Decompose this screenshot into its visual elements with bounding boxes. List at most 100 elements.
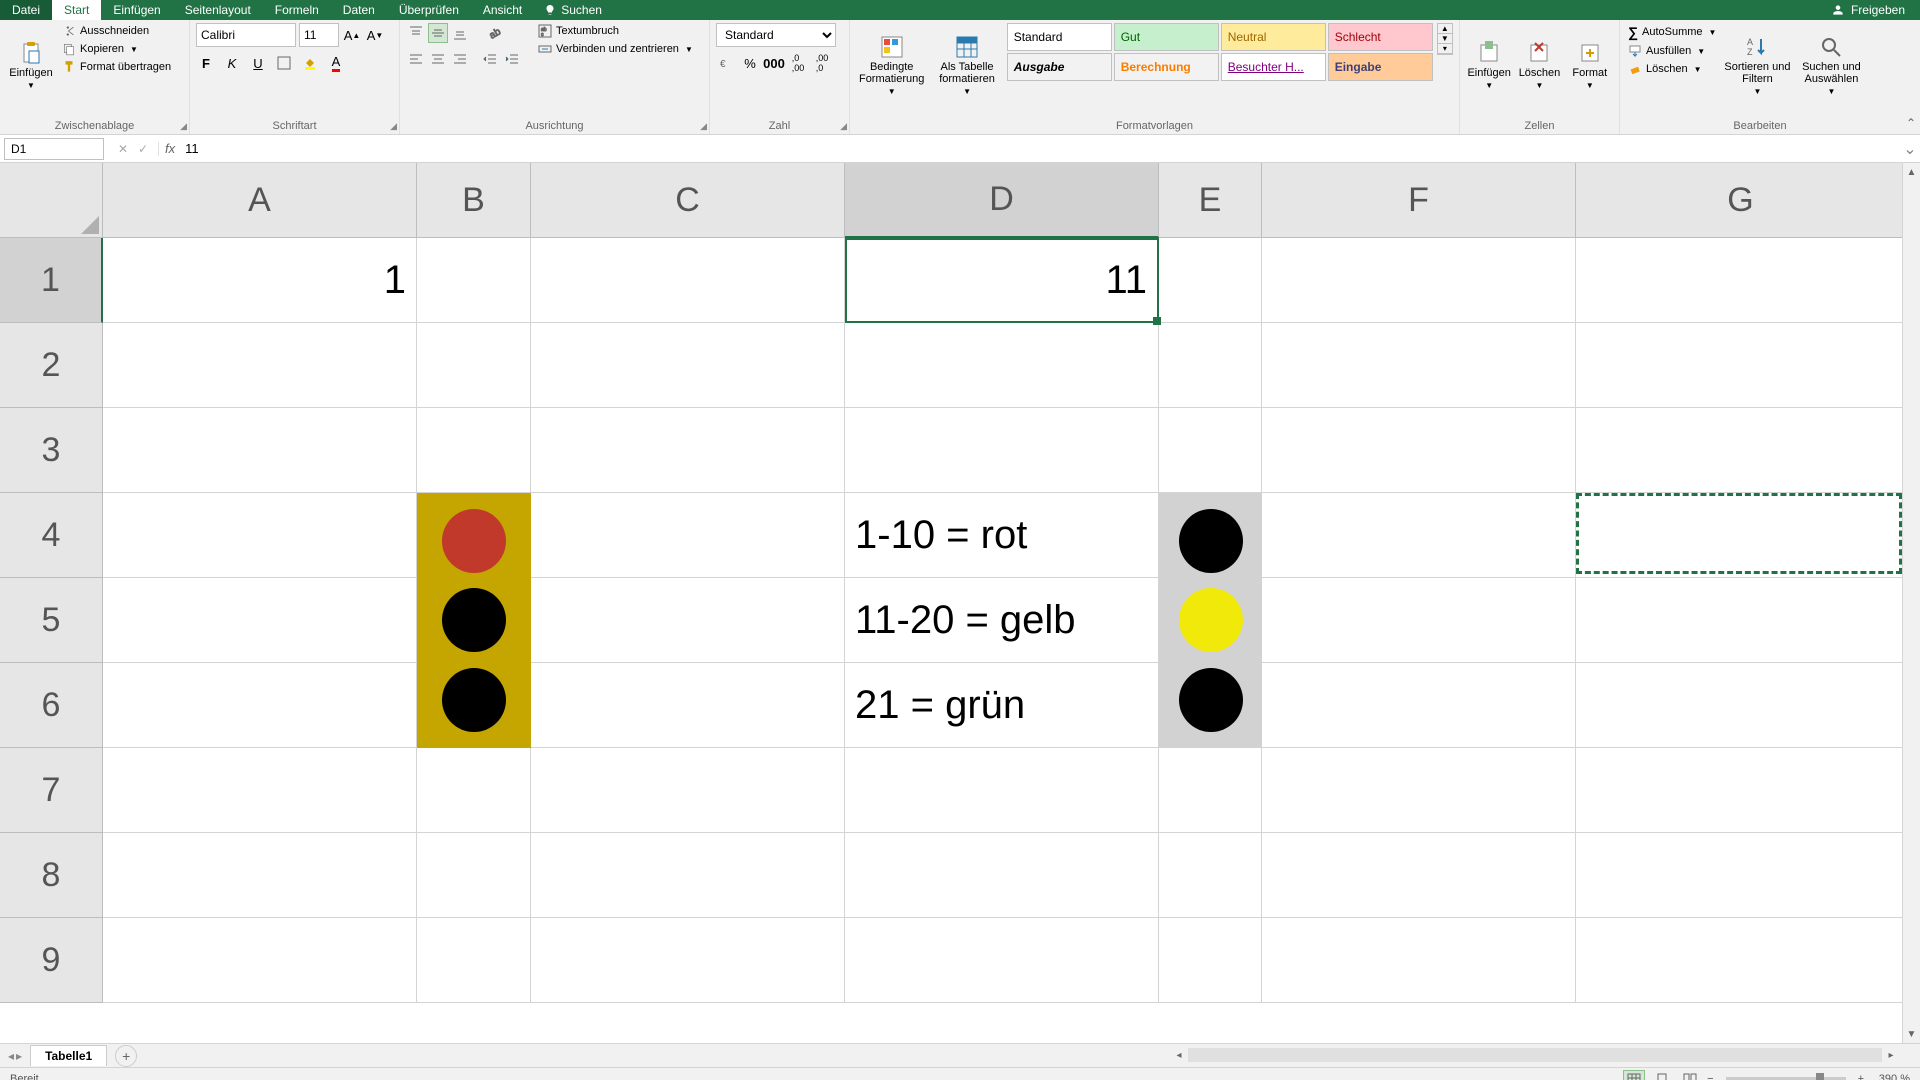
format-painter-button[interactable]: Format übertragen [60,59,173,75]
row-header-9[interactable]: 9 [0,918,103,1003]
cell-A1[interactable]: 1 [103,238,417,323]
collapse-ribbon-button[interactable]: ⌃ [1906,116,1916,130]
style-gut[interactable]: Gut [1114,23,1219,51]
style-more[interactable]: ▾ [1438,44,1452,54]
column-header-G[interactable]: G [1576,163,1906,238]
cell-F5[interactable] [1262,578,1576,663]
zoom-in-button[interactable]: + [1858,1073,1864,1080]
wrap-text-button[interactable]: abc Textumbruch [536,23,695,39]
row-header-4[interactable]: 4 [0,493,103,578]
enter-formula-button[interactable]: ✓ [134,142,152,156]
paste-button[interactable]: Einfügen ▼ [6,23,56,108]
font-name-input[interactable] [196,23,296,47]
clipboard-dialog-launcher[interactable]: ◢ [180,121,187,132]
row-header-7[interactable]: 7 [0,748,103,833]
cell-C4[interactable] [531,493,845,578]
increase-indent-button[interactable] [502,49,522,69]
align-center-button[interactable] [428,49,448,69]
cell-B7[interactable] [417,748,531,833]
accounting-format-button[interactable]: € [716,53,736,73]
cell-D9[interactable] [845,918,1159,1003]
cell-F9[interactable] [1262,918,1576,1003]
column-header-C[interactable]: C [531,163,845,238]
tell-me-search[interactable]: Suchen [544,0,602,20]
increase-decimal-button[interactable]: ,0,00 [788,53,808,73]
cell-F8[interactable] [1262,833,1576,918]
column-header-A[interactable]: A [103,163,417,238]
row-header-6[interactable]: 6 [0,663,103,748]
cell-G3[interactable] [1576,408,1906,493]
cell-B3[interactable] [417,408,531,493]
insert-cells-button[interactable]: Einfügen▼ [1466,23,1512,108]
cell-F6[interactable] [1262,663,1576,748]
cell-C5[interactable] [531,578,845,663]
cell-F2[interactable] [1262,323,1576,408]
cell-A2[interactable] [103,323,417,408]
autosum-button[interactable]: ∑ AutoSumme▼ [1626,23,1718,41]
cancel-formula-button[interactable]: ✕ [114,142,132,156]
add-sheet-button[interactable]: + [115,1045,137,1067]
cell-E1[interactable] [1159,238,1262,323]
cell-E7[interactable] [1159,748,1262,833]
select-all-corner[interactable] [0,163,103,238]
row-header-5[interactable]: 5 [0,578,103,663]
cell-A6[interactable] [103,663,417,748]
align-right-button[interactable] [450,49,470,69]
orientation-button[interactable]: ab [484,23,504,43]
find-select-button[interactable]: Suchen und Auswählen▼ [1796,23,1866,108]
clear-button[interactable]: Löschen▼ [1626,61,1718,77]
cut-button[interactable]: Ausschneiden [60,23,173,39]
cell-D1[interactable]: 11 [845,238,1159,323]
cell-C3[interactable] [531,408,845,493]
vertical-scrollbar[interactable]: ▲ ▼ [1902,163,1920,1043]
cell-D7[interactable] [845,748,1159,833]
sheet-tab-1[interactable]: Tabelle1 [30,1045,107,1066]
cell-A4[interactable] [103,493,417,578]
border-button[interactable] [274,53,294,73]
fill-color-button[interactable] [300,53,320,73]
cell-C9[interactable] [531,918,845,1003]
cell-F4[interactable] [1262,493,1576,578]
font-size-input[interactable] [299,23,339,47]
row-header-2[interactable]: 2 [0,323,103,408]
column-header-E[interactable]: E [1159,163,1262,238]
tab-insert[interactable]: Einfügen [101,0,172,20]
cell-A7[interactable] [103,748,417,833]
sheet-nav-last[interactable]: ▸ [16,1049,22,1063]
alignment-dialog-launcher[interactable]: ◢ [700,121,707,132]
scroll-down-button[interactable]: ▼ [1903,1025,1920,1043]
expand-formula-bar-button[interactable]: ⌄ [1900,139,1920,159]
cell-F7[interactable] [1262,748,1576,833]
cell-E3[interactable] [1159,408,1262,493]
fill-button[interactable]: Ausfüllen▼ [1626,43,1718,59]
cell-B8[interactable] [417,833,531,918]
number-dialog-launcher[interactable]: ◢ [840,121,847,132]
sort-filter-button[interactable]: AZ Sortieren und Filtern▼ [1722,23,1792,108]
style-scroll-up[interactable]: ▲ [1438,24,1452,34]
cell-A5[interactable] [103,578,417,663]
cell-A8[interactable] [103,833,417,918]
share-button[interactable]: Freigeben [1851,3,1905,17]
style-scroll-down[interactable]: ▼ [1438,34,1452,44]
cell-D2[interactable] [845,323,1159,408]
row-header-3[interactable]: 3 [0,408,103,493]
name-box[interactable] [4,138,104,160]
tab-review[interactable]: Überprüfen [387,0,471,20]
cell-G9[interactable] [1576,918,1906,1003]
cell-D5[interactable]: 11-20 = gelb [845,578,1159,663]
tab-formulas[interactable]: Formeln [263,0,331,20]
bold-button[interactable]: F [196,53,216,73]
cell-D4[interactable]: 1-10 = rot [845,493,1159,578]
sheet-nav-first[interactable]: ◂ [8,1049,14,1063]
tab-file[interactable]: Datei [0,0,52,20]
cell-D3[interactable] [845,408,1159,493]
cell-E8[interactable] [1159,833,1262,918]
italic-button[interactable]: K [222,53,242,73]
format-as-table-button[interactable]: Als Tabelle formatieren▼ [931,23,1002,108]
column-header-B[interactable]: B [417,163,531,238]
cell-F3[interactable] [1262,408,1576,493]
cell-G7[interactable] [1576,748,1906,833]
decrease-decimal-button[interactable]: ,00,0 [812,53,832,73]
decrease-font-button[interactable]: A▼ [365,25,385,45]
style-besuchter[interactable]: Besuchter H... [1221,53,1326,81]
